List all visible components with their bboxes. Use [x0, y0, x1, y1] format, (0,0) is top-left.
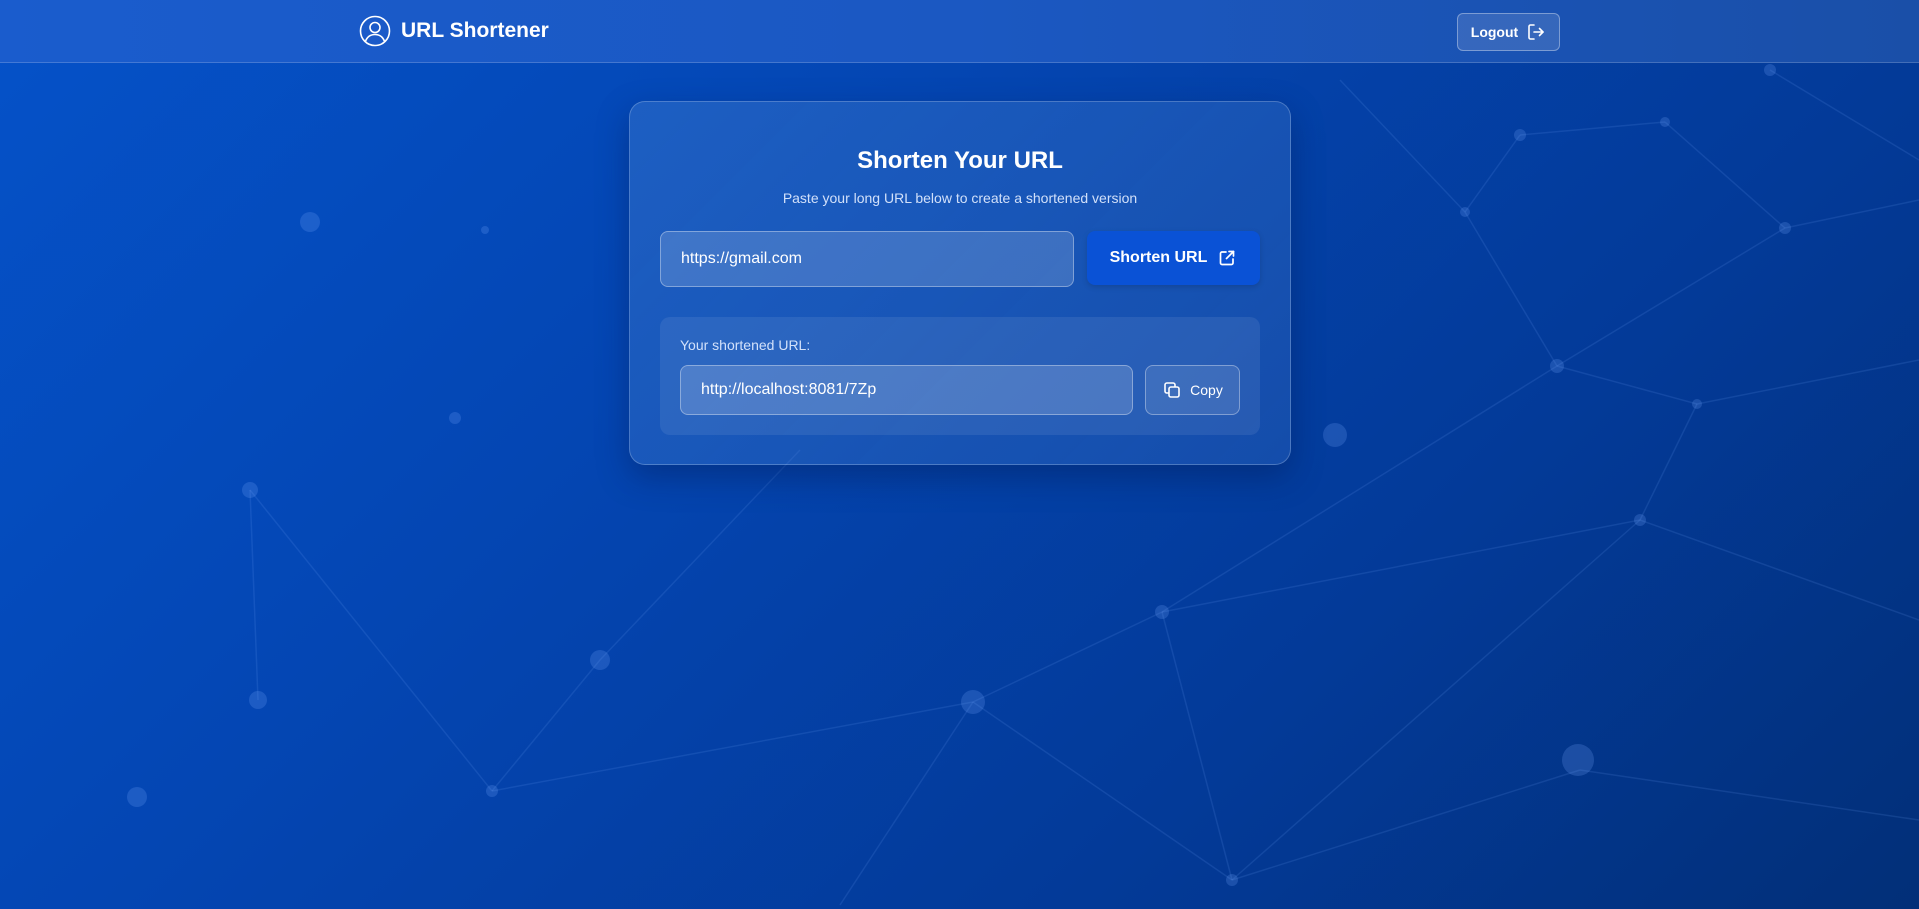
- card-subtitle: Paste your long URL below to create a sh…: [782, 190, 1138, 206]
- brand: URL Shortener: [359, 15, 549, 47]
- short-url-field[interactable]: [680, 365, 1133, 415]
- long-url-input[interactable]: [660, 231, 1074, 287]
- app-title: URL Shortener: [401, 19, 549, 42]
- logout-icon: [1526, 22, 1546, 42]
- copy-button-label: Copy: [1190, 382, 1223, 398]
- result-panel: Your shortened URL: Copy: [660, 317, 1260, 435]
- logout-button[interactable]: Logout: [1457, 13, 1560, 51]
- shorten-url-button[interactable]: Shorten URL: [1087, 231, 1260, 285]
- card-title: Shorten Your URL: [857, 147, 1063, 174]
- shorten-card: Shorten Your URL Paste your long URL bel…: [629, 101, 1291, 465]
- shorten-url-button-label: Shorten URL: [1109, 249, 1208, 266]
- copy-icon: [1162, 380, 1182, 400]
- user-circle-icon: [359, 15, 391, 47]
- top-navbar: URL Shortener Logout: [0, 0, 1919, 63]
- logout-button-label: Logout: [1470, 24, 1519, 40]
- external-link-icon: [1217, 248, 1237, 268]
- copy-button[interactable]: Copy: [1145, 365, 1240, 415]
- result-label: Your shortened URL:: [680, 337, 811, 353]
